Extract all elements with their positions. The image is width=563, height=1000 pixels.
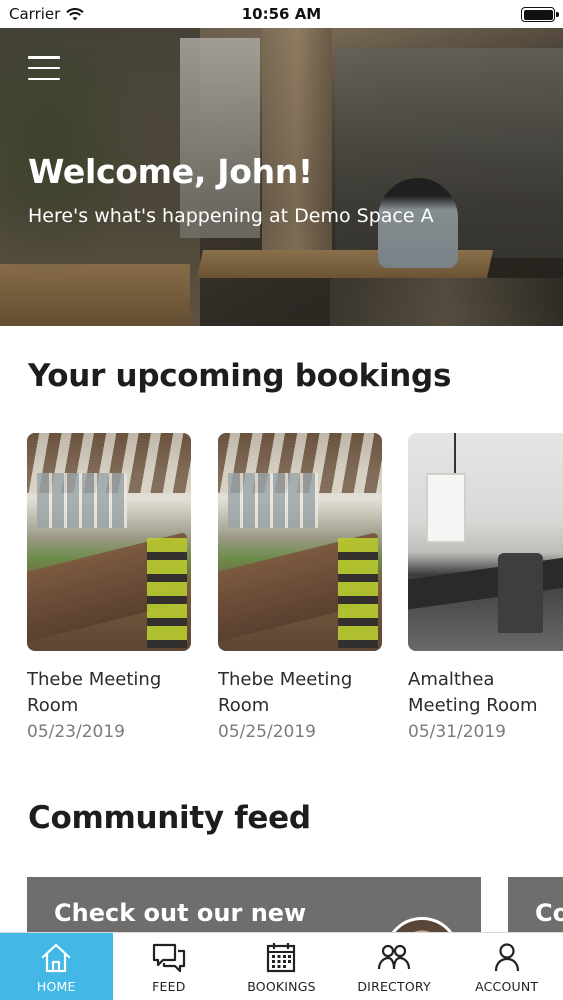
booking-date: 05/31/2019 (408, 722, 506, 742)
booking-date: 05/25/2019 (218, 722, 316, 742)
booking-room-name: Amalthea Meeting Room (408, 669, 538, 716)
booking-card[interactable]: Thebe Meeting Room 05/23/2019 (27, 433, 191, 745)
feed-card-headline: Check out our new (54, 899, 307, 927)
tab-label: DIRECTORY (357, 979, 431, 994)
bookings-section-title: Your upcoming bookings (28, 358, 452, 394)
booking-date: 05/23/2019 (27, 722, 125, 742)
feed-section-title: Community feed (28, 800, 311, 836)
menu-line (28, 56, 60, 59)
tab-label: BOOKINGS (247, 979, 316, 994)
booking-photo (408, 433, 563, 651)
menu-line (28, 77, 60, 80)
feed-card[interactable]: Co (508, 877, 563, 937)
menu-line (28, 66, 60, 70)
photo-chair (498, 553, 543, 633)
photo-windows (228, 473, 318, 528)
tab-account[interactable]: ACCOUNT (450, 933, 563, 1000)
booking-card[interactable]: Thebe Meeting Room 05/25/2019 (218, 433, 382, 745)
tab-label: ACCOUNT (475, 979, 539, 994)
photo-chairs (147, 538, 187, 648)
booking-photo (218, 433, 382, 651)
calendar-icon (267, 943, 296, 973)
photo-chairs (338, 538, 378, 648)
status-bar: Carrier 10:56 AM (0, 0, 563, 28)
tab-label: HOME (36, 979, 76, 994)
tab-bar: HOME FEED BOOKINGS DIRECTORY ACCOUNT (0, 932, 563, 1000)
home-icon (42, 943, 71, 973)
people-icon (377, 944, 411, 970)
hamburger-menu-icon[interactable] (28, 56, 60, 80)
person-icon (494, 943, 519, 972)
welcome-title: Welcome, John! (28, 152, 313, 191)
tab-feed[interactable]: FEED (113, 933, 226, 1000)
chat-icon (152, 943, 185, 973)
status-time: 10:56 AM (241, 5, 322, 23)
tab-home[interactable]: HOME (0, 933, 113, 1000)
hero-banner: Welcome, John! Here's what's happening a… (0, 28, 563, 326)
tab-directory[interactable]: DIRECTORY (338, 933, 451, 1000)
tab-bookings[interactable]: BOOKINGS (225, 933, 338, 1000)
booking-photo (27, 433, 191, 651)
tab-label: FEED (152, 979, 186, 994)
booking-card[interactable]: Amalthea Meeting Room 05/31/2019 (408, 433, 563, 745)
feed-card-headline: Co (535, 899, 563, 927)
welcome-subtitle: Here's what's happening at Demo Space A (28, 205, 434, 227)
bookings-carousel[interactable]: Thebe Meeting Room 05/23/2019 Thebe Meet… (27, 433, 563, 753)
photo-windows (37, 473, 127, 528)
battery-icon (521, 7, 559, 22)
photo-lamp (454, 433, 456, 473)
booking-room-name: Thebe Meeting Room (218, 669, 353, 716)
booking-room-name: Thebe Meeting Room (27, 669, 162, 716)
battery-fill (523, 9, 553, 20)
feed-card[interactable]: Check out our new (27, 877, 481, 937)
photo-window (426, 473, 466, 543)
